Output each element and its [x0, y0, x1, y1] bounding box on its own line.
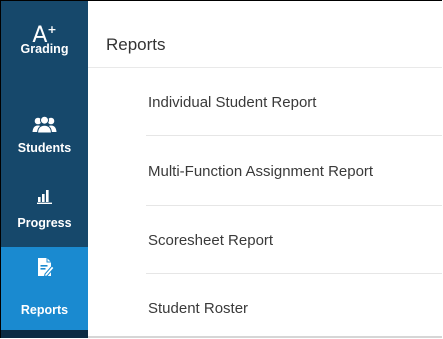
- app-window: A+ Grading Students Progress Reports Rep…: [0, 0, 442, 338]
- report-link-student-roster[interactable]: Student Roster: [148, 300, 248, 317]
- sidebar-item-grading[interactable]: A+ Grading: [1, 1, 88, 79]
- users-icon: [32, 115, 57, 138]
- bar-chart-icon: [37, 189, 52, 209]
- divider: [88, 67, 442, 68]
- sidebar-item-label: Students: [17, 141, 72, 155]
- sidebar-footer: [1, 330, 88, 338]
- divider: [88, 336, 442, 338]
- sidebar-item-progress[interactable]: Progress: [1, 157, 88, 241]
- divider: [146, 273, 442, 274]
- sidebar: A+ Grading Students Progress Reports: [1, 1, 88, 338]
- sidebar-item-label: Grading: [20, 42, 69, 56]
- report-link-multi-function-assignment[interactable]: Multi-Function Assignment Report: [148, 163, 373, 180]
- sidebar-item-students[interactable]: Students: [1, 79, 88, 157]
- edit-document-icon: [37, 257, 55, 282]
- page-title: Reports: [106, 35, 166, 54]
- sidebar-item-label: Progress: [17, 216, 72, 230]
- sidebar-item-reports[interactable]: Reports: [1, 247, 88, 330]
- divider: [146, 135, 442, 136]
- report-link-scoresheet[interactable]: Scoresheet Report: [148, 232, 273, 249]
- reports-panel: Reports Individual Student Report Multi-…: [88, 1, 442, 336]
- divider: [146, 205, 442, 206]
- report-link-individual-student[interactable]: Individual Student Report: [148, 94, 316, 111]
- sidebar-item-label: Reports: [20, 303, 69, 317]
